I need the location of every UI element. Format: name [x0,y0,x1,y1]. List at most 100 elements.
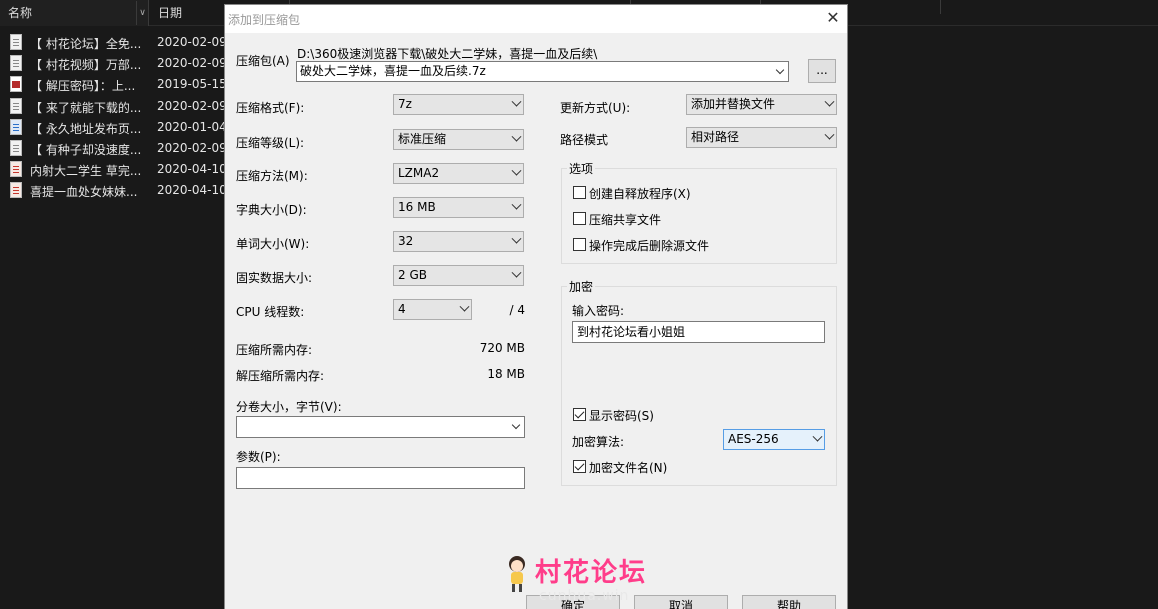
file-row[interactable]: 【 来了就能下载的... 2020-02-09 [0,96,230,117]
file-row[interactable]: 【 有种子却没速度... 2020-02-09 [0,138,230,159]
text-file-icon [10,34,22,50]
close-icon[interactable]: ✕ [825,9,841,27]
file-name: 【 村花论坛】全免... [30,37,142,51]
sfx-checkbox[interactable] [573,186,586,199]
solid-label: 固实数据大小: [236,271,313,285]
file-row[interactable]: 【 村花论坛】全免... 2020-02-09 [0,32,230,53]
file-date: 2019-05-15 [157,77,227,92]
delete-source-label[interactable]: 操作完成后删除源文件 [589,237,709,254]
solid-select[interactable]: 2 GB [393,265,524,286]
file-date: 2020-01-04 [157,119,227,134]
dialog-titlebar[interactable]: 添加到压缩包 ✕ [225,5,847,33]
path-mode-value: 相对路径 [691,130,740,144]
encryption-group-label: 加密 [567,278,596,295]
archive-name-combo[interactable]: 破处大二学妹，喜提一血及后续.7z [296,61,789,82]
watermark-domain: cunhua.win [539,588,630,604]
word-select[interactable]: 32 [393,231,524,252]
level-label: 压缩等级(L): [236,136,305,150]
show-password-checkbox[interactable] [573,408,586,421]
password-input[interactable]: 到村花论坛看小姐姐 [572,321,825,343]
file-row[interactable]: 内射大二学生 草完... 2020-04-10 [0,159,230,180]
file-name: 【 解压密码】：上... [30,79,136,94]
archive-name-value: 破处大二学妹，喜提一血及后续.7z [300,64,486,78]
image-file-icon [10,76,22,93]
chevron-down-icon [511,165,522,176]
video-file-icon [10,161,22,178]
file-name: 喜提一血处女妹妹... [30,185,138,200]
mem-decomp-value: 18 MB [487,367,525,381]
mem-comp-value: 720 MB [479,341,525,355]
update-label: 更新方式(U): [560,101,631,115]
encrypt-names-label[interactable]: 加密文件名(N) [589,459,667,476]
watermark-brand: 村花论坛 [535,558,648,588]
path-mode-select[interactable]: 相对路径 [686,127,837,148]
update-value: 添加并替换文件 [691,97,776,111]
file-date: 2020-02-09 [157,35,227,49]
file-row[interactable]: 【 永久地址发布页... 2020-01-04 [0,117,230,138]
url-shortcut-icon [10,118,22,135]
method-select[interactable]: LZMA2 [393,163,524,184]
file-name: 内射大二学生 草完... [30,164,142,179]
mem-decomp-label: 解压缩所需内存: [236,369,325,383]
file-list: 【 村花论坛】全免... 2020-02-09 【 村花视频】万部... 2020-… [0,32,230,202]
archive-path: D:\360极速浏览器下载\破处大二学妹，喜提一血及后续\ [297,47,598,61]
file-name: 【 永久地址发布页... [30,121,142,136]
chevron-down-icon [775,65,785,75]
update-select[interactable]: 添加并替换文件 [686,94,837,115]
level-select[interactable]: 标准压缩 [393,129,524,150]
file-name: 【 来了就能下载的... [30,100,142,115]
level-value: 标准压缩 [398,132,447,146]
format-label: 压缩格式(F): [236,101,305,115]
column-dropdown-icon[interactable]: ∨ [136,1,148,25]
column-date-label: 日期 [158,6,183,20]
show-password-label[interactable]: 显示密码(S) [589,407,654,424]
params-input[interactable] [236,467,525,489]
encrypt-names-checkbox[interactable] [573,460,586,473]
format-value: 7z [398,97,412,111]
file-row[interactable]: 喜提一血处女妹妹... 2020-04-10 [0,180,230,201]
mem-comp-label: 压缩所需内存: [236,343,313,357]
file-date: 2020-02-09 [157,98,227,113]
chevron-down-icon [511,420,521,430]
sfx-label[interactable]: 创建自释放程序(X) [589,185,691,202]
word-value: 32 [398,234,414,248]
sort-ascending-icon: ⌃ [72,0,80,1]
chevron-down-icon [511,131,522,142]
column-name-header[interactable]: 名称 [0,0,149,26]
params-label: 参数(P): [236,450,281,464]
browse-button[interactable]: ... [808,59,836,83]
method-value: LZMA2 [398,166,440,180]
watermark-logo: 村花论坛 cunhua.win [503,550,663,609]
file-date: 2020-02-09 [157,56,227,71]
archive-label: 压缩包(A) [236,54,290,68]
format-select[interactable]: 7z [393,94,524,115]
dict-select[interactable]: 16 MB [393,197,524,218]
text-file-icon [10,55,22,72]
column-name-label: 名称 [8,6,33,20]
options-group-label: 选项 [567,160,596,177]
encryption-method-select[interactable]: AES-256 [723,429,825,450]
cpu-select[interactable]: 4 [393,299,472,320]
chevron-down-icon [824,129,835,140]
help-button[interactable]: 帮助 [742,595,836,609]
shared-files-checkbox[interactable] [573,212,586,225]
chevron-down-icon [824,96,835,107]
split-label: 分卷大小，字节(V): [236,400,342,414]
password-value: 到村花论坛看小姐姐 [577,325,686,339]
video-file-icon [10,182,22,199]
split-size-combo[interactable] [236,416,525,438]
file-name: 【 村花视频】万部... [30,58,142,73]
dict-value: 16 MB [398,200,436,214]
chevron-down-icon [459,301,470,312]
solid-value: 2 GB [398,268,427,282]
file-date: 2020-04-10 [157,162,227,177]
file-row[interactable]: 【 村花视频】万部... 2020-02-09 [0,53,230,74]
text-file-icon [10,139,22,156]
shared-files-label[interactable]: 压缩共享文件 [589,211,661,228]
encryption-method-value: AES-256 [728,432,779,446]
file-row[interactable]: 【 解压密码】：上... 2019-05-15 [0,74,230,95]
chevron-down-icon [812,431,823,442]
column-divider [940,0,941,14]
text-file-icon [10,97,22,114]
delete-source-checkbox[interactable] [573,238,586,251]
